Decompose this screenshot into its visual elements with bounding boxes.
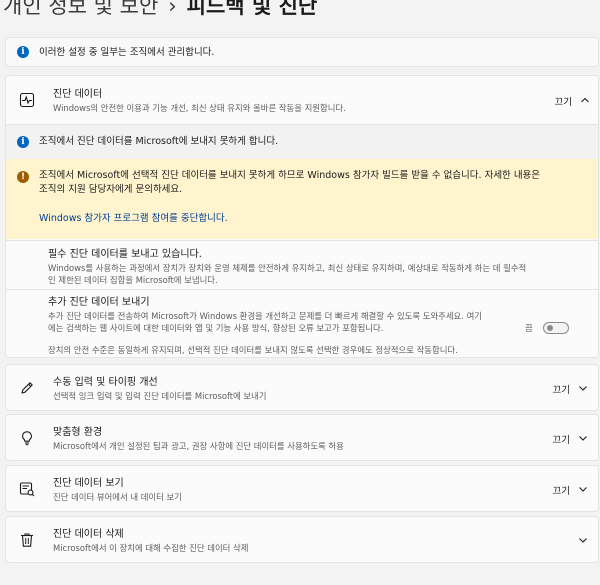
info-icon: i bbox=[17, 136, 29, 148]
required-data-title: 필수 진단 데이터를 보내고 있습니다. bbox=[48, 249, 202, 260]
chevron-down-icon[interactable] bbox=[578, 383, 588, 393]
view-diagnostic-data-state: 끄기 bbox=[552, 486, 570, 497]
view-diagnostic-data-title: 진단 데이터 보기 bbox=[53, 478, 124, 489]
view-diagnostic-data-row[interactable]: 진단 데이터 보기 진단 데이터 뷰어에서 내 데이터 보기 끄기 bbox=[5, 465, 599, 512]
pen-icon bbox=[21, 382, 33, 394]
breadcrumb: 개인 정보 및 보안 › 피드백 및 진단 bbox=[3, 0, 317, 20]
delete-diagnostic-data-row[interactable]: 진단 데이터 삭제 Microsoft에서 이 장치에 대해 수집한 진단 데이… bbox=[5, 516, 599, 563]
optional-data-desc-line2: 에는 검색하는 웹 사이트에 대한 데이터와 앱 및 기능 사용 방식, 향상된… bbox=[48, 323, 384, 333]
diagnostic-data-section: 진단 데이터 Windows의 안전한 이용과 기능 개선, 최신 상태 유지와… bbox=[5, 75, 599, 358]
trash-icon bbox=[21, 533, 33, 547]
pulse-icon bbox=[19, 92, 35, 108]
warning-text-line2: 조직의 지원 담당자에게 문의하세요. bbox=[39, 184, 183, 195]
inking-typing-state: 끄기 bbox=[552, 385, 570, 396]
inking-typing-description: 선택적 잉크 입력 및 입력 진단 데이터를 Microsoft에 보내기 bbox=[53, 391, 267, 401]
diagnostic-data-title: 진단 데이터 bbox=[53, 89, 103, 100]
optional-data-desc-line1: 추가 진단 데이터를 전송하여 Microsoft가 Windows 환경을 개… bbox=[48, 311, 482, 321]
optional-data-title: 추가 진단 데이터 보내기 bbox=[48, 297, 150, 308]
diagnostic-data-description: Windows의 안전한 이용과 기능 개선, 최신 상태 유지와 올바른 작동… bbox=[53, 103, 346, 113]
chevron-down-icon[interactable] bbox=[578, 484, 588, 494]
tailored-experiences-row[interactable]: 맞춤형 환경 Microsoft에서 개인 설정된 팁과 광고, 권장 사항에 … bbox=[5, 414, 599, 461]
optional-data-item: 추가 진단 데이터 보내기 추가 진단 데이터를 전송하여 Microsoft가… bbox=[6, 289, 598, 357]
lightbulb-icon bbox=[22, 431, 32, 446]
optional-toggle-label: 끔 bbox=[525, 323, 533, 333]
data-viewer-icon bbox=[19, 482, 35, 497]
optional-data-toggle[interactable] bbox=[543, 322, 569, 334]
required-data-item: 필수 진단 데이터를 보내고 있습니다. Windows를 사용하는 과정에서 … bbox=[6, 240, 598, 289]
toggle-knob bbox=[547, 325, 553, 331]
breadcrumb-parent[interactable]: 개인 정보 및 보안 bbox=[3, 0, 158, 18]
stop-insider-link[interactable]: Windows 참가자 프로그램 참여를 중단합니다. bbox=[39, 210, 228, 224]
chevron-up-icon[interactable] bbox=[580, 95, 590, 105]
org-managed-notice: i 이러한 설정 중 일부는 조직에서 관리합니다. bbox=[5, 37, 599, 67]
required-data-desc-line1: Windows를 사용하는 과정에서 장치가 장치와 운영 체제를 안전하게 유… bbox=[48, 263, 527, 273]
tailored-experiences-state: 끄기 bbox=[552, 435, 570, 446]
breadcrumb-separator: › bbox=[168, 0, 177, 18]
warning-icon: ! bbox=[17, 171, 29, 183]
delete-diagnostic-data-description: Microsoft에서 이 장치에 대해 수집한 진단 데이터 삭제 bbox=[53, 543, 249, 553]
settings-page: 개인 정보 및 보안 › 피드백 및 진단 i 이러한 설정 중 일부는 조직에서 … bbox=[0, 0, 600, 585]
policy-notice-text: 조직에서 진단 데이터를 Microsoft에 보내지 못하게 합니다. bbox=[39, 136, 279, 147]
policy-info-bar: i 조직에서 진단 데이터를 Microsoft에 보내지 못하게 합니다. bbox=[6, 124, 598, 159]
info-icon: i bbox=[17, 46, 29, 58]
chevron-down-icon[interactable] bbox=[578, 535, 588, 545]
warning-text-line1: 조직에서 Microsoft에 선택적 진단 데이터를 보내지 못하게 하므로 … bbox=[39, 170, 541, 181]
view-diagnostic-data-description: 진단 데이터 뷰어에서 내 데이터 보기 bbox=[53, 492, 182, 502]
inking-typing-title: 수동 입력 및 타이핑 개선 bbox=[53, 377, 158, 388]
inking-typing-row[interactable]: 수동 입력 및 타이핑 개선 선택적 잉크 입력 및 입력 진단 데이터를 Mi… bbox=[5, 364, 599, 411]
delete-diagnostic-data-title: 진단 데이터 삭제 bbox=[53, 529, 124, 540]
insider-warning-bar: ! 조직에서 Microsoft에 선택적 진단 데이터를 보내지 못하게 하므… bbox=[6, 159, 598, 239]
diagnostic-data-state: 끄기 bbox=[554, 97, 572, 108]
chevron-down-icon[interactable] bbox=[578, 433, 588, 443]
diagnostic-data-header[interactable]: 진단 데이터 Windows의 안전한 이용과 기능 개선, 최신 상태 유지와… bbox=[6, 76, 598, 124]
tailored-experiences-description: Microsoft에서 개인 설정된 팁과 광고, 권장 사항에 진단 데이터를… bbox=[53, 441, 344, 451]
required-data-desc-line2: 인 제한된 데이터 집합을 Microsoft에 보냅니다. bbox=[48, 275, 218, 285]
org-notice-text: 이러한 설정 중 일부는 조직에서 관리합니다. bbox=[39, 47, 215, 58]
page-title: 피드백 및 진단 bbox=[186, 0, 318, 18]
footer-note: 장치의 안전 수준은 동일하게 유지되며, 선택적 진단 데이터를 보내지 않도… bbox=[48, 345, 458, 355]
tailored-experiences-title: 맞춤형 환경 bbox=[53, 427, 103, 438]
